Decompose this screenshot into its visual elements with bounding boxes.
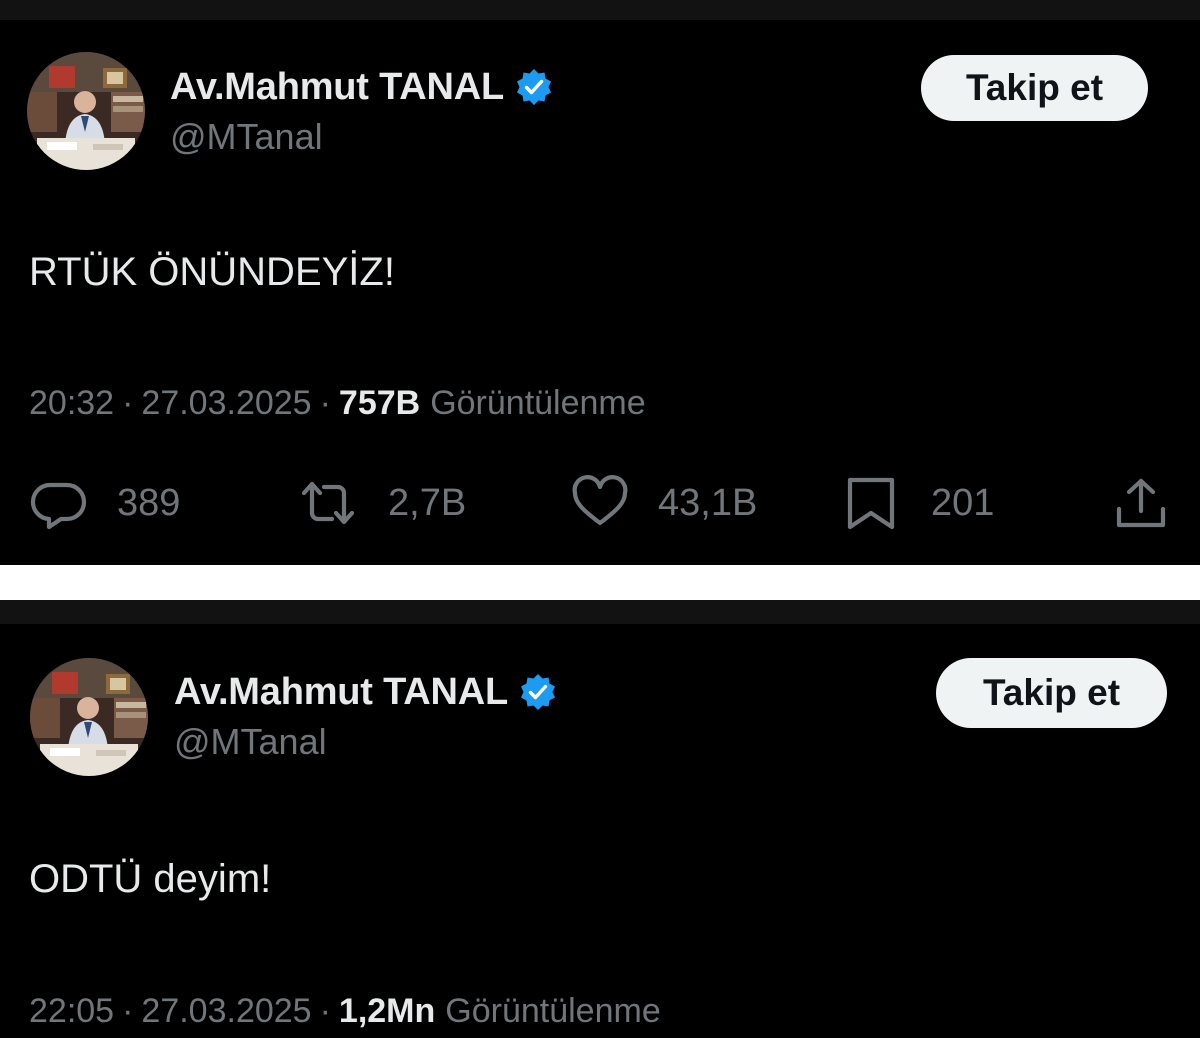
author-handle[interactable]: @MTanal — [174, 721, 327, 763]
views-count[interactable]: 757B — [339, 384, 420, 423]
author-name-row[interactable]: Av.Mahmut TANAL — [170, 62, 554, 112]
avatar[interactable] — [27, 52, 145, 170]
bookmark-count: 201 — [931, 481, 995, 524]
verified-badge-icon — [518, 672, 558, 712]
meta-separator: · — [319, 992, 331, 1030]
bookmark-icon — [841, 473, 901, 533]
verified-badge-icon — [514, 67, 554, 107]
views-count[interactable]: 1,2Mn — [339, 992, 435, 1031]
tweet-actions-bar: 389 2,7B 43,1B 201 — [0, 468, 1200, 538]
meta-separator: · — [319, 384, 331, 422]
author-name-row[interactable]: Av.Mahmut TANAL — [174, 667, 558, 717]
tweet-meta: 22:05 · 27.03.2025 · 1,2Mn Görüntülenme — [29, 992, 661, 1031]
reply-count: 389 — [117, 481, 181, 524]
author-name[interactable]: Av.Mahmut TANAL — [174, 671, 508, 714]
follow-button[interactable]: Takip et — [921, 55, 1148, 121]
views-label: Görüntülenme — [430, 384, 646, 422]
meta-separator: · — [122, 992, 134, 1030]
repost-button[interactable]: 2,7B — [298, 468, 466, 538]
repost-arrows-icon — [298, 473, 358, 533]
meta-separator: · — [122, 384, 134, 422]
share-upload-icon — [1111, 473, 1171, 533]
status-bar-strip — [0, 0, 1200, 20]
tweet-date[interactable]: 27.03.2025 — [141, 384, 311, 423]
status-bar-strip — [0, 600, 1200, 624]
tweet-time[interactable]: 20:32 — [29, 384, 114, 423]
avatar[interactable] — [30, 658, 148, 776]
heart-icon — [570, 473, 630, 533]
like-button[interactable]: 43,1B — [570, 468, 757, 538]
share-button[interactable] — [1111, 468, 1171, 538]
author-handle[interactable]: @MTanal — [170, 116, 323, 158]
tweet-date[interactable]: 27.03.2025 — [141, 992, 311, 1031]
follow-button[interactable]: Takip et — [936, 658, 1167, 728]
tweet-card-2: Av.Mahmut TANAL @MTanal Takip et ODTÜ de… — [0, 600, 1200, 1038]
views-label: Görüntülenme — [445, 992, 661, 1030]
bookmark-button[interactable]: 201 — [841, 468, 994, 538]
like-count: 43,1B — [658, 481, 758, 524]
tweet-meta: 20:32 · 27.03.2025 · 757B Görüntülenme — [29, 384, 646, 423]
reply-bubble-icon — [29, 473, 89, 533]
tweet-time[interactable]: 22:05 — [29, 992, 114, 1031]
tweet-card-1: Av.Mahmut TANAL @MTanal Takip et RTÜK ÖN… — [0, 0, 1200, 565]
tweet-text: ODTÜ deyim! — [29, 857, 272, 901]
repost-count: 2,7B — [388, 481, 467, 524]
reply-button[interactable]: 389 — [29, 468, 180, 538]
author-name[interactable]: Av.Mahmut TANAL — [170, 66, 504, 109]
tweet-text: RTÜK ÖNÜNDEYİZ! — [29, 250, 395, 294]
